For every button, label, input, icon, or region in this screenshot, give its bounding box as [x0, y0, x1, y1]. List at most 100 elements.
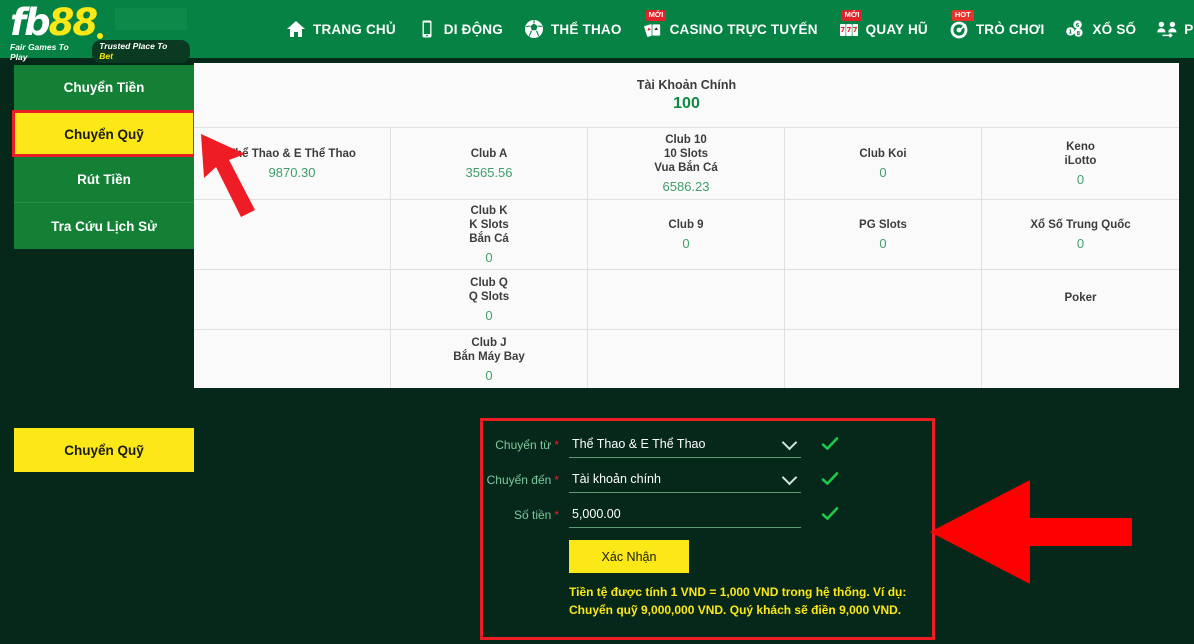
game-controller-icon: [948, 18, 970, 40]
account-name: Club 9: [668, 218, 703, 232]
logo-wordmark: fb88: [10, 4, 190, 42]
nav-item-p2p[interactable]: P2P: [1146, 0, 1194, 58]
form-row-from: Chuyển từ* Thể Thao & E Thể Thao: [483, 435, 932, 458]
account-cell: Club 1010 SlotsVua Bắn Cá6586.23: [588, 128, 785, 200]
transfer-funds-button[interactable]: Chuyển Quỹ: [14, 428, 194, 472]
svg-text:7: 7: [840, 26, 845, 34]
confirm-button[interactable]: Xác Nhận: [569, 540, 689, 573]
site-header: fb88 Fair Games To Play Trusted Place To…: [0, 0, 1194, 58]
chevron-down-icon[interactable]: [784, 472, 797, 481]
account-cell: [785, 270, 982, 330]
amount-label: Số tiền*: [483, 505, 569, 522]
tagline-left: Fair Games To Play: [10, 42, 88, 62]
nav-item-the-thao[interactable]: THỂ THAO: [513, 0, 632, 58]
account-sidebar: Chuyển Tiền Chuyển Quỹ Rút Tiền Tra Cứu …: [14, 65, 194, 249]
nav-label: TRÒ CHƠI: [976, 22, 1045, 37]
account-cell: [194, 270, 391, 330]
form-row-to: Chuyển đến* Tài khoản chính: [483, 470, 932, 493]
account-cell: Xổ Số Trung Quốc 0: [982, 200, 1179, 270]
nav-label: P2P: [1184, 22, 1194, 37]
account-balance: 6586.23: [663, 179, 710, 194]
sidebar-item-label: Chuyển Quỹ: [64, 127, 144, 142]
svg-text:6: 6: [1076, 23, 1080, 29]
account-cell: KenoiLotto 0: [982, 128, 1179, 200]
annotation-arrow-left: [930, 478, 1135, 588]
nav-item-casino-truc-tuyen[interactable]: MỚI CASINO TRỰC TUYẾN: [632, 0, 828, 58]
chevron-down-icon[interactable]: [784, 437, 797, 446]
sidebar-item-tra-cuu-lich-su[interactable]: Tra Cứu Lịch Sử: [14, 203, 194, 249]
account-name: Poker: [1065, 291, 1097, 305]
account-cell: [588, 270, 785, 330]
nav-item-quay-hu[interactable]: MỚI 777 QUAY HŨ: [828, 0, 938, 58]
home-icon: [285, 18, 307, 40]
required-mark: *: [554, 438, 559, 452]
annotation-arrow-up-left: [195, 128, 295, 223]
account-name: Club QQ Slots: [469, 276, 509, 304]
currency-note: Tiền tệ được tính 1 VND = 1,000 VND tron…: [569, 583, 909, 619]
account-name: Club A: [471, 147, 508, 161]
site-logo[interactable]: fb88 Fair Games To Play Trusted Place To…: [10, 4, 190, 54]
account-cell: Poker: [982, 270, 1179, 330]
confirm-row: Xác Nhận: [483, 540, 932, 573]
form-row-amount: Số tiền* 5,000.00: [483, 505, 932, 528]
account-name: Club JBắn Máy Bay: [453, 336, 525, 364]
badge-hot: HOT: [952, 10, 974, 21]
account-cell: Club JBắn Máy Bay0: [391, 330, 588, 388]
tagline-pill: Trusted Place To Bet: [92, 40, 190, 63]
nav-item-xo-so[interactable]: 618 XỔ SỐ: [1054, 0, 1146, 58]
main-account-balance: 100: [673, 95, 700, 113]
nav-item-trang-chu[interactable]: TRANG CHỦ: [275, 0, 406, 58]
to-account-select[interactable]: Tài khoản chính: [569, 470, 801, 493]
to-label: Chuyển đến*: [483, 470, 569, 487]
nav-item-tro-choi[interactable]: HOT TRÒ CHƠI: [938, 0, 1055, 58]
from-label: Chuyển từ*: [483, 435, 569, 452]
nav-label: QUAY HŨ: [866, 22, 928, 37]
account-name: Xổ Số Trung Quốc: [1030, 218, 1130, 232]
account-cell: [982, 330, 1179, 388]
from-account-select[interactable]: Thể Thao & E Thể Thao: [569, 435, 801, 458]
nav-label: DI ĐỘNG: [444, 22, 503, 37]
account-cell: Club Koi 0: [785, 128, 982, 200]
sidebar-item-chuyen-quy[interactable]: Chuyển Quỹ: [14, 111, 194, 157]
account-cell: PG Slots0: [785, 200, 982, 270]
account-balance: 0: [485, 308, 492, 323]
soccer-ball-icon: [523, 18, 545, 40]
account-cell: Club 9 0: [588, 200, 785, 270]
account-name: Club Koi: [859, 147, 906, 161]
valid-check-icon: [821, 435, 839, 453]
nav-label: TRANG CHỦ: [313, 22, 396, 37]
account-cell: Club A3565.56: [391, 128, 588, 200]
account-balance: 0: [485, 250, 492, 265]
sidebar-item-chuyen-tien[interactable]: Chuyển Tiền: [14, 65, 194, 111]
amount-input[interactable]: 5,000.00: [569, 505, 801, 528]
playing-cards-icon: [642, 18, 664, 40]
accounts-panel: Tài Khoản Chính 100 Thể Thao & E Thể Tha…: [194, 63, 1179, 388]
accounts-row: Club JBắn Máy Bay0: [194, 330, 1179, 388]
required-mark: *: [554, 473, 559, 487]
badge-new: MỚI: [646, 10, 667, 21]
accounts-row: Club QQ Slots 0 Poker: [194, 270, 1179, 330]
main-navigation: TRANG CHỦ DI ĐỘNG THỂ THAO MỚI CASIN: [275, 0, 1194, 58]
sidebar-item-label: Rút Tiền: [77, 172, 131, 187]
account-balance: 0: [1077, 172, 1084, 187]
account-balance: 0: [879, 165, 886, 180]
transfer-form: Chuyển từ* Thể Thao & E Thể Thao Chuyển …: [480, 418, 935, 640]
required-mark: *: [554, 508, 559, 522]
svg-text:8: 8: [1077, 31, 1081, 37]
accounts-row: Thể Thao & E Thể Thao9870.30 Club A3565.…: [194, 128, 1179, 200]
account-cell: [588, 330, 785, 388]
main-account-summary: Tài Khoản Chính 100: [194, 63, 1179, 128]
lottery-balls-icon: 618: [1064, 18, 1086, 40]
badge-new: MỚI: [842, 10, 863, 21]
account-name: Club KK SlotsBắn Cá: [469, 204, 509, 246]
account-balance: 0: [682, 236, 689, 251]
sidebar-item-rut-tien[interactable]: Rút Tiền: [14, 157, 194, 203]
nav-item-di-dong[interactable]: DI ĐỘNG: [406, 0, 513, 58]
sidebar-item-label: Chuyển Tiền: [64, 80, 145, 95]
main-account-title: Tài Khoản Chính: [637, 78, 736, 92]
logo-dot-icon: [97, 33, 103, 39]
account-balance: 0: [1077, 236, 1084, 251]
mobile-icon: [416, 18, 438, 40]
account-name: KenoiLotto: [1065, 140, 1097, 168]
slot-777-icon: 777: [838, 18, 860, 40]
